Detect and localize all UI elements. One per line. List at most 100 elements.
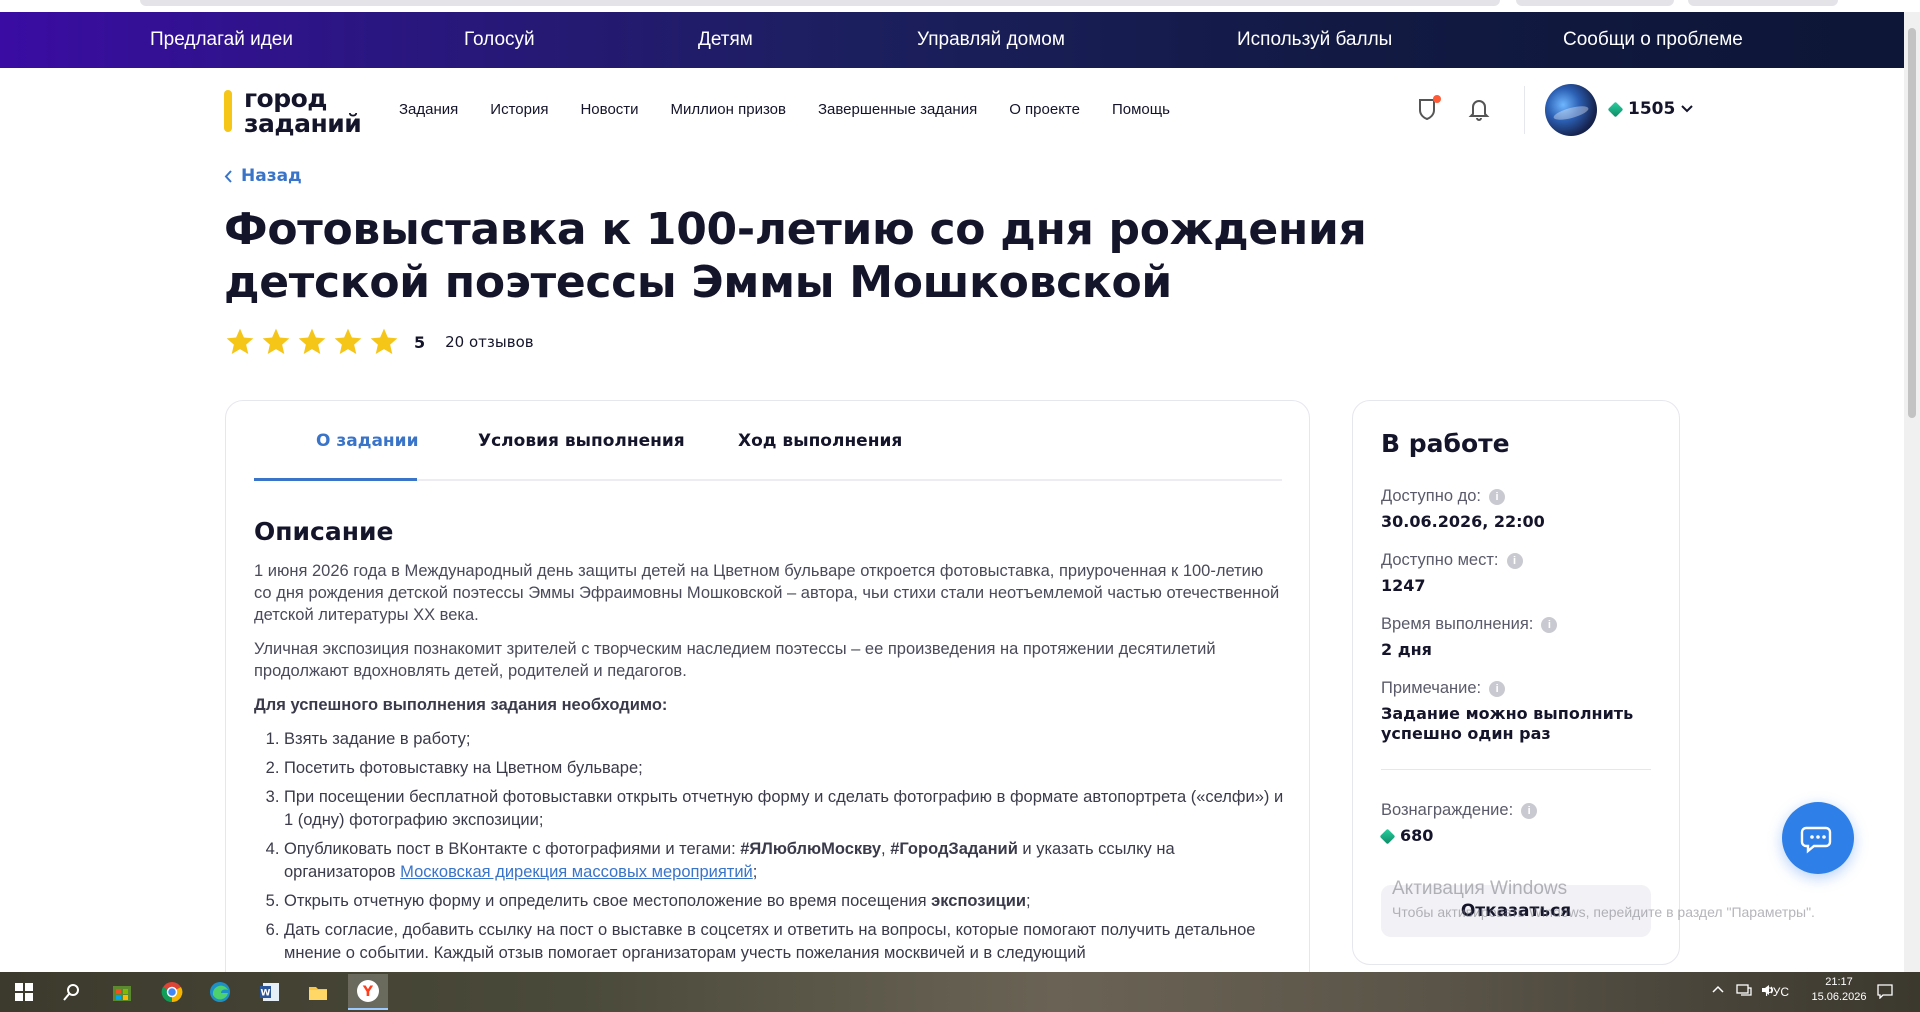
rating: 5 20 отзывов bbox=[224, 326, 534, 358]
nav-about[interactable]: О проекте bbox=[1009, 101, 1080, 118]
promo-link-home[interactable]: Управляй домом bbox=[917, 29, 1065, 51]
field-label: Доступно мест: bbox=[1381, 551, 1499, 569]
yandex-browser-icon[interactable]: Y bbox=[348, 974, 388, 1010]
bell-icon[interactable] bbox=[1464, 94, 1494, 124]
points-balance[interactable]: 1505 bbox=[1607, 99, 1694, 119]
field-label: Примечание: bbox=[1381, 679, 1482, 697]
requirements-heading: Для успешного выполнения задания необход… bbox=[254, 696, 668, 714]
promo-link-points[interactable]: Используй баллы bbox=[1237, 29, 1392, 51]
field-label: Время выполнения: bbox=[1381, 615, 1534, 633]
nav-million-prizes[interactable]: Миллион призов bbox=[671, 101, 786, 118]
promo-link-kids[interactable]: Детям bbox=[698, 29, 753, 51]
step-text: Открыть отчетную форму и определить свое… bbox=[284, 892, 932, 910]
info-icon[interactable]: i bbox=[1541, 616, 1558, 633]
tab-conditions[interactable]: Условия выполнения bbox=[478, 431, 685, 451]
hashtag: #ЯЛюблюМоскву bbox=[740, 840, 882, 858]
file-explorer-icon[interactable] bbox=[304, 978, 332, 1006]
info-icon[interactable]: i bbox=[1521, 802, 1538, 819]
field-value: 30.06.2026, 22:00 bbox=[1381, 512, 1545, 531]
logo-line1: город bbox=[244, 84, 328, 113]
tabs: О задании Условия выполнения Ход выполне… bbox=[254, 401, 1282, 481]
info-icon[interactable]: i bbox=[1488, 488, 1505, 505]
chat-icon bbox=[1800, 826, 1832, 854]
svg-text:W: W bbox=[261, 989, 271, 999]
divider bbox=[1381, 769, 1651, 770]
store-icon[interactable] bbox=[108, 978, 136, 1006]
watermark-line1: Активация Windows bbox=[1392, 878, 1568, 899]
clock-time: 21:17 bbox=[1825, 976, 1853, 988]
reward-row: Вознаграждение: i 680 bbox=[1379, 801, 1661, 846]
word-icon[interactable]: W bbox=[256, 978, 284, 1006]
step-text: , bbox=[881, 840, 891, 858]
toolbar-remnant bbox=[1516, 0, 1674, 6]
windows-start-icon[interactable] bbox=[10, 978, 38, 1006]
field-label: Доступно до: bbox=[1381, 487, 1481, 505]
browser-top-strip bbox=[0, 0, 1920, 12]
tab-about[interactable]: О задании bbox=[316, 431, 419, 451]
language-indicator[interactable]: РУС bbox=[1765, 985, 1789, 999]
nav-tasks[interactable]: Задания bbox=[399, 101, 458, 118]
list-item: Взять задание в работу; bbox=[284, 728, 1284, 751]
duration-row: Время выполнения: i 2 дня bbox=[1381, 615, 1661, 660]
nav-completed-tasks[interactable]: Завершенные задания bbox=[818, 101, 977, 118]
avatar[interactable] bbox=[1545, 84, 1597, 136]
shield-icon[interactable] bbox=[1412, 94, 1442, 124]
star-icon bbox=[298, 328, 326, 354]
status-title: В работе bbox=[1381, 429, 1510, 458]
description-paragraph: Уличная экспозиция познакомит зрителей с… bbox=[254, 640, 1216, 680]
points-value: 1505 bbox=[1628, 99, 1676, 119]
organizer-link[interactable]: Московская дирекция массовых мероприятий bbox=[400, 863, 753, 881]
network-icon[interactable] bbox=[1736, 983, 1752, 1000]
field-value: 1247 bbox=[1381, 576, 1426, 595]
promo-link-report[interactable]: Сообщи о проблеме bbox=[1563, 29, 1743, 51]
chat-button[interactable] bbox=[1782, 802, 1854, 874]
gem-icon bbox=[1607, 101, 1624, 117]
step-text: ; bbox=[752, 863, 758, 881]
back-link[interactable]: Назад bbox=[224, 166, 302, 186]
step-text: ; bbox=[1026, 892, 1031, 910]
address-bar-remnant bbox=[140, 0, 1500, 6]
back-label: Назад bbox=[241, 166, 302, 186]
step-text-bold: экспозиции bbox=[931, 892, 1027, 910]
site-header: город заданий Задания История Новости Ми… bbox=[0, 68, 1904, 152]
note-row: Примечание: i Задание можно выполнить усп… bbox=[1381, 679, 1661, 744]
edge-icon[interactable] bbox=[206, 978, 234, 1006]
step-text: Опубликовать пост в ВКонтакте с фотограф… bbox=[284, 840, 741, 858]
nav-news[interactable]: Новости bbox=[580, 101, 638, 118]
description-paragraph: 1 июня 2026 года в Международный день за… bbox=[254, 562, 1280, 624]
search-icon[interactable] bbox=[58, 978, 86, 1006]
windows-activation-watermark: Активация Windows Чтобы активировать Win… bbox=[1392, 878, 1815, 920]
logo-text: город заданий bbox=[244, 84, 362, 136]
header-divider bbox=[1524, 86, 1525, 134]
scrollbar-thumb[interactable] bbox=[1908, 28, 1916, 418]
star-icon bbox=[262, 328, 290, 354]
promo-link-ideas[interactable]: Предлагай идеи bbox=[150, 29, 293, 51]
steps-list: Взять задание в работу; Посетить фотовыс… bbox=[254, 728, 1284, 965]
places-row: Доступно мест: i 1247 bbox=[1381, 551, 1661, 596]
notification-dot bbox=[1433, 95, 1441, 103]
list-item: Опубликовать пост в ВКонтакте с фотограф… bbox=[284, 838, 1284, 884]
reviews-count[interactable]: 20 отзывов bbox=[445, 333, 533, 351]
list-item: При посещении бесплатной фотовыставки от… bbox=[284, 786, 1284, 832]
watermark-line2: Чтобы активировать Windows, перейдите в … bbox=[1392, 904, 1815, 920]
list-item: Посетить фотовыставку на Цветном бульвар… bbox=[284, 757, 1284, 780]
list-item: Открыть отчетную форму и определить свое… bbox=[284, 890, 1284, 913]
promo-link-vote[interactable]: Голосуй bbox=[464, 29, 535, 51]
notifications-icon[interactable] bbox=[1876, 983, 1894, 1002]
field-value: 2 дня bbox=[1381, 640, 1432, 659]
tab-progress[interactable]: Ход выполнения bbox=[738, 431, 902, 451]
nav-history[interactable]: История bbox=[490, 101, 548, 118]
logo-mark bbox=[224, 90, 232, 132]
rating-value: 5 bbox=[414, 332, 426, 352]
info-icon[interactable]: i bbox=[1489, 680, 1506, 697]
logo[interactable]: город заданий bbox=[224, 84, 362, 136]
info-icon[interactable]: i bbox=[1506, 552, 1523, 569]
reward-value: 680 bbox=[1400, 826, 1434, 845]
chevron-up-icon[interactable] bbox=[1712, 984, 1724, 999]
clock[interactable]: 21:17 15.06.2026 bbox=[1808, 976, 1870, 1003]
chrome-icon[interactable] bbox=[158, 978, 186, 1006]
chevron-down-icon bbox=[1681, 105, 1694, 113]
page-scrollbar[interactable] bbox=[1904, 12, 1920, 972]
nav-help[interactable]: Помощь bbox=[1112, 101, 1170, 118]
available-until-row: Доступно до: i 30.06.2026, 22:00 bbox=[1381, 487, 1661, 532]
